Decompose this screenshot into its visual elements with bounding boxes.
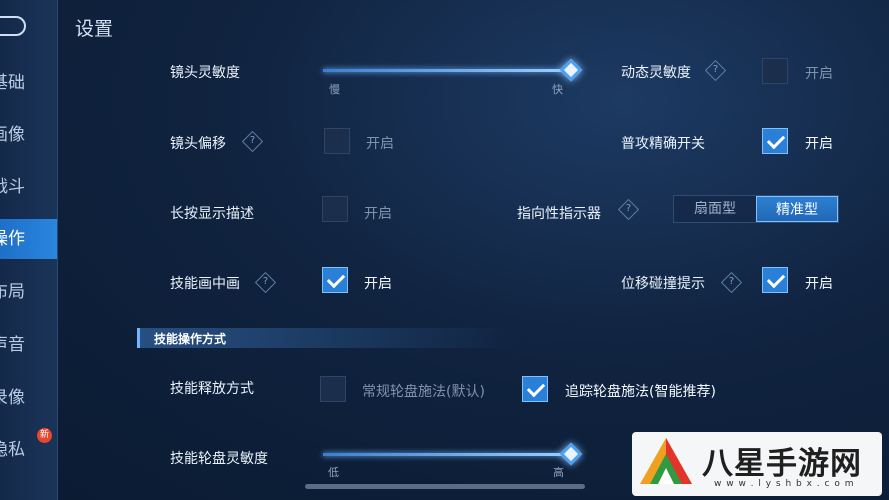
move-collision-label: 位移碰撞提示	[621, 276, 705, 292]
cast-mode-tracking-option: 追踪轮盘施法(智能推荐)	[565, 384, 716, 400]
wheel-sensitivity-slider[interactable]	[323, 453, 571, 456]
move-collision-checkbox[interactable]	[762, 267, 788, 293]
long-press-desc-option: 开启	[364, 206, 392, 222]
watermark-url: w w w . l y s h b x . c o m	[714, 479, 855, 489]
help-icon[interactable]: ?	[254, 271, 277, 294]
cast-mode-normal-checkbox[interactable]	[320, 376, 346, 402]
camera-offset-option: 开启	[366, 136, 394, 152]
help-icon[interactable]: ?	[704, 59, 727, 82]
attack-precision-option: 开启	[805, 136, 833, 152]
skill-pip-option: 开启	[364, 276, 392, 292]
watermark: 八星手游网 w w w . l y s h b x . c o m	[632, 432, 882, 496]
page-title: 设置	[75, 18, 114, 40]
camera-sensitivity-min: 慢	[329, 83, 340, 96]
wheel-sensitivity-label: 技能轮盘灵敏度	[170, 451, 268, 467]
scrollbar[interactable]	[305, 484, 585, 489]
camera-sensitivity-label: 镜头灵敏度	[170, 65, 240, 81]
wheel-sensitivity-min: 低	[328, 466, 339, 479]
long-press-desc-checkbox[interactable]	[322, 196, 348, 222]
long-press-desc-label: 长按显示描述	[170, 206, 254, 222]
sidebar-item-controls[interactable]: 操作	[0, 219, 57, 259]
new-badge: 新	[37, 428, 52, 443]
help-icon[interactable]: ?	[241, 130, 264, 153]
indicator-option-fan[interactable]: 扇面型	[674, 196, 756, 222]
cast-mode-normal-option: 常规轮盘施法(默认)	[362, 384, 485, 400]
skill-pip-checkbox[interactable]	[322, 267, 348, 293]
indicator-option-precise[interactable]: 精准型	[756, 196, 838, 222]
directional-indicator-label: 指向性指示器	[517, 206, 601, 222]
camera-sensitivity-fill	[323, 69, 571, 72]
sidebar-item-combat[interactable]: 战斗	[0, 167, 57, 207]
watermark-logo-icon	[640, 438, 692, 484]
wheel-sensitivity-max: 高	[553, 466, 564, 479]
camera-offset-checkbox[interactable]	[324, 128, 350, 154]
cast-mode-tracking-checkbox[interactable]	[522, 376, 548, 402]
camera-sensitivity-slider[interactable]	[323, 69, 571, 72]
help-icon[interactable]: ?	[617, 198, 640, 221]
attack-precision-label: 普攻精确开关	[621, 136, 705, 152]
dynamic-sensitivity-label: 动态灵敏度	[621, 65, 691, 81]
camera-sensitivity-thumb[interactable]	[559, 58, 583, 82]
directional-indicator-toggle: 扇面型 精准型	[673, 195, 839, 223]
camera-sensitivity-max: 快	[552, 83, 563, 96]
dynamic-sensitivity-option: 开启	[805, 66, 833, 82]
skill-pip-label: 技能画中画	[170, 276, 240, 292]
help-icon[interactable]: ?	[720, 271, 743, 294]
sidebar-item-picture[interactable]: 画像	[0, 115, 57, 155]
skill-section-header: 技能操作方式	[137, 328, 520, 348]
move-collision-option: 开启	[805, 276, 833, 292]
sidebar-item-recording[interactable]: 录像	[0, 378, 57, 418]
wheel-sensitivity-thumb[interactable]	[559, 442, 583, 466]
attack-precision-checkbox[interactable]	[762, 128, 788, 154]
sidebar-item-sound[interactable]: 声音	[0, 325, 57, 365]
watermark-name: 八星手游网	[702, 446, 862, 482]
sidebar-item-layout[interactable]: 布局	[0, 272, 57, 312]
camera-offset-label: 镜头偏移	[170, 136, 226, 152]
settings-sidebar: 基础 画像 战斗 操作 布局 声音 录像 权限/隐私 新	[0, 0, 58, 500]
dynamic-sensitivity-checkbox[interactable]	[762, 58, 788, 84]
wheel-sensitivity-fill	[323, 453, 571, 456]
cast-mode-label: 技能释放方式	[170, 381, 254, 397]
back-button[interactable]	[0, 16, 26, 36]
sidebar-item-basic[interactable]: 基础	[0, 63, 57, 103]
